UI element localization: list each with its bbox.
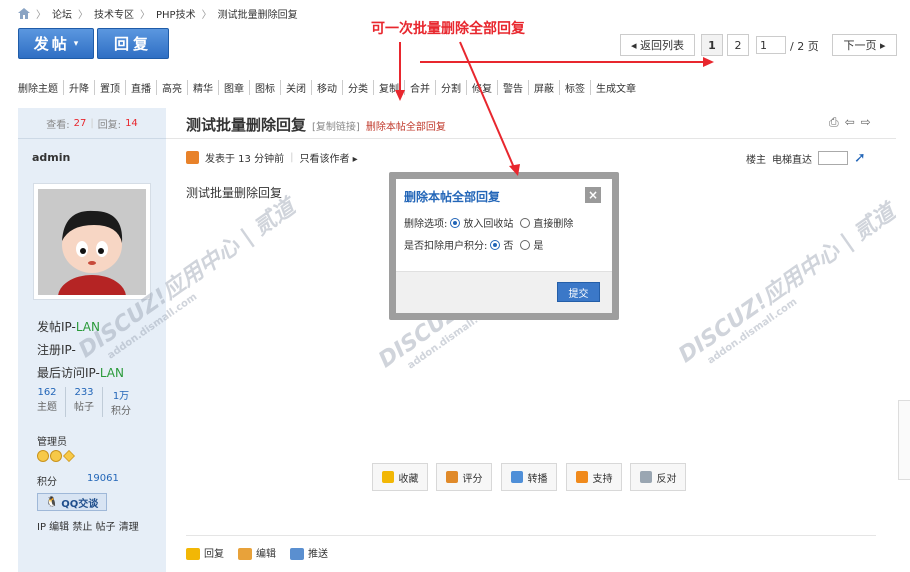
- annotation-arrows: [395, 41, 714, 176]
- arrow-head: [395, 90, 405, 101]
- arrow-head: [509, 164, 520, 176]
- arrow-head: [703, 57, 714, 67]
